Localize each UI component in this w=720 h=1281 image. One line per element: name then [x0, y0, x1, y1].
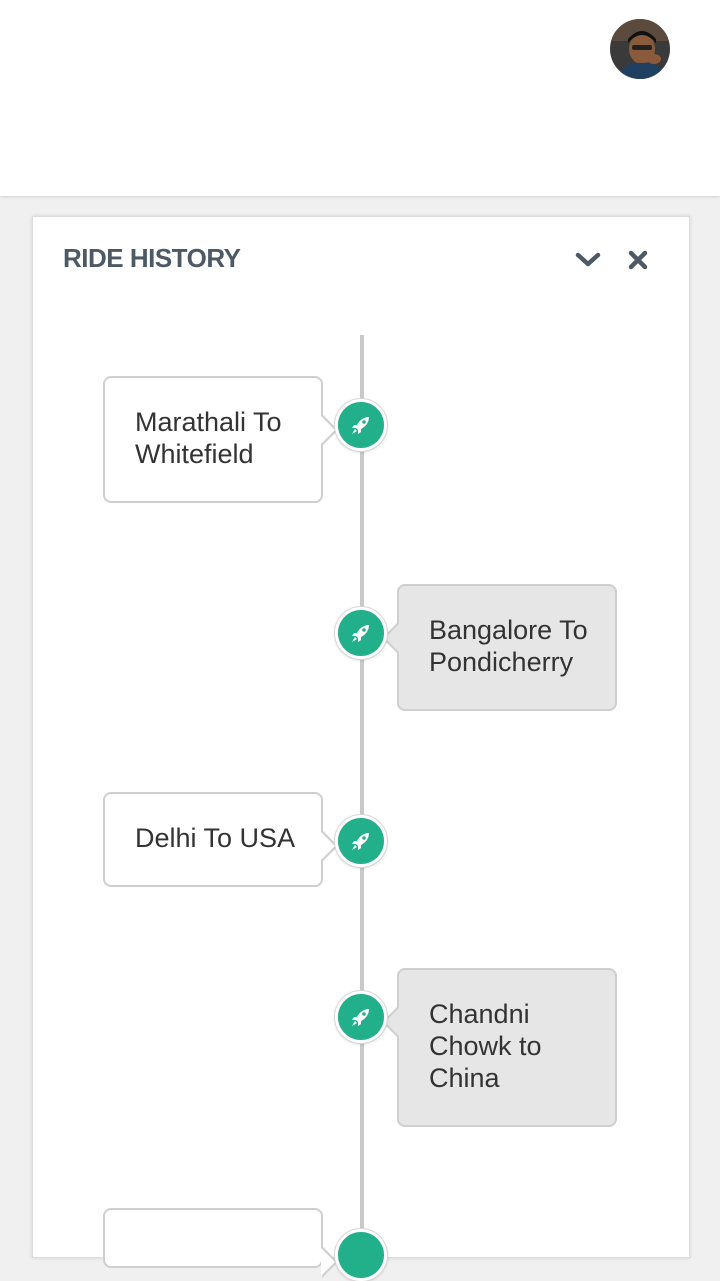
rocket-node-partial	[335, 1229, 387, 1281]
panel-title: RIDE HISTORY	[63, 243, 241, 273]
ride-entry[interactable]: Delhi To USA	[103, 792, 338, 887]
timeline-line	[360, 335, 364, 1275]
ride-label: Delhi To USA	[135, 823, 296, 853]
ride-label: Bangalore To Pondicherry	[429, 615, 588, 677]
ride-entry[interactable]: Chandni Chowk to China	[382, 968, 617, 1127]
rocket-icon	[352, 833, 369, 850]
chevron-down-icon	[575, 252, 601, 267]
rocket-node	[335, 991, 387, 1043]
rocket-icon	[352, 625, 369, 642]
ride-history-panel: RIDE HISTORY Marathali To Whitefield Ban…	[32, 216, 690, 1281]
ride-entry-partial[interactable]	[103, 1208, 338, 1278]
collapse-button[interactable]	[571, 243, 605, 277]
ride-label: Chandni Chowk to China	[429, 999, 542, 1093]
rocket-icon	[352, 1009, 369, 1026]
user-avatar[interactable]	[610, 19, 670, 79]
rocket-node	[335, 607, 387, 659]
ride-entry[interactable]: Marathali To Whitefield	[103, 376, 338, 503]
close-icon	[628, 250, 648, 270]
rocket-node	[335, 815, 387, 867]
ride-entry[interactable]: Bangalore To Pondicherry	[382, 584, 617, 711]
ride-label: Marathali To Whitefield	[135, 407, 282, 469]
rocket-node	[335, 399, 387, 451]
close-button[interactable]	[621, 243, 655, 277]
rocket-icon	[352, 417, 369, 434]
top-bar	[0, 0, 720, 196]
